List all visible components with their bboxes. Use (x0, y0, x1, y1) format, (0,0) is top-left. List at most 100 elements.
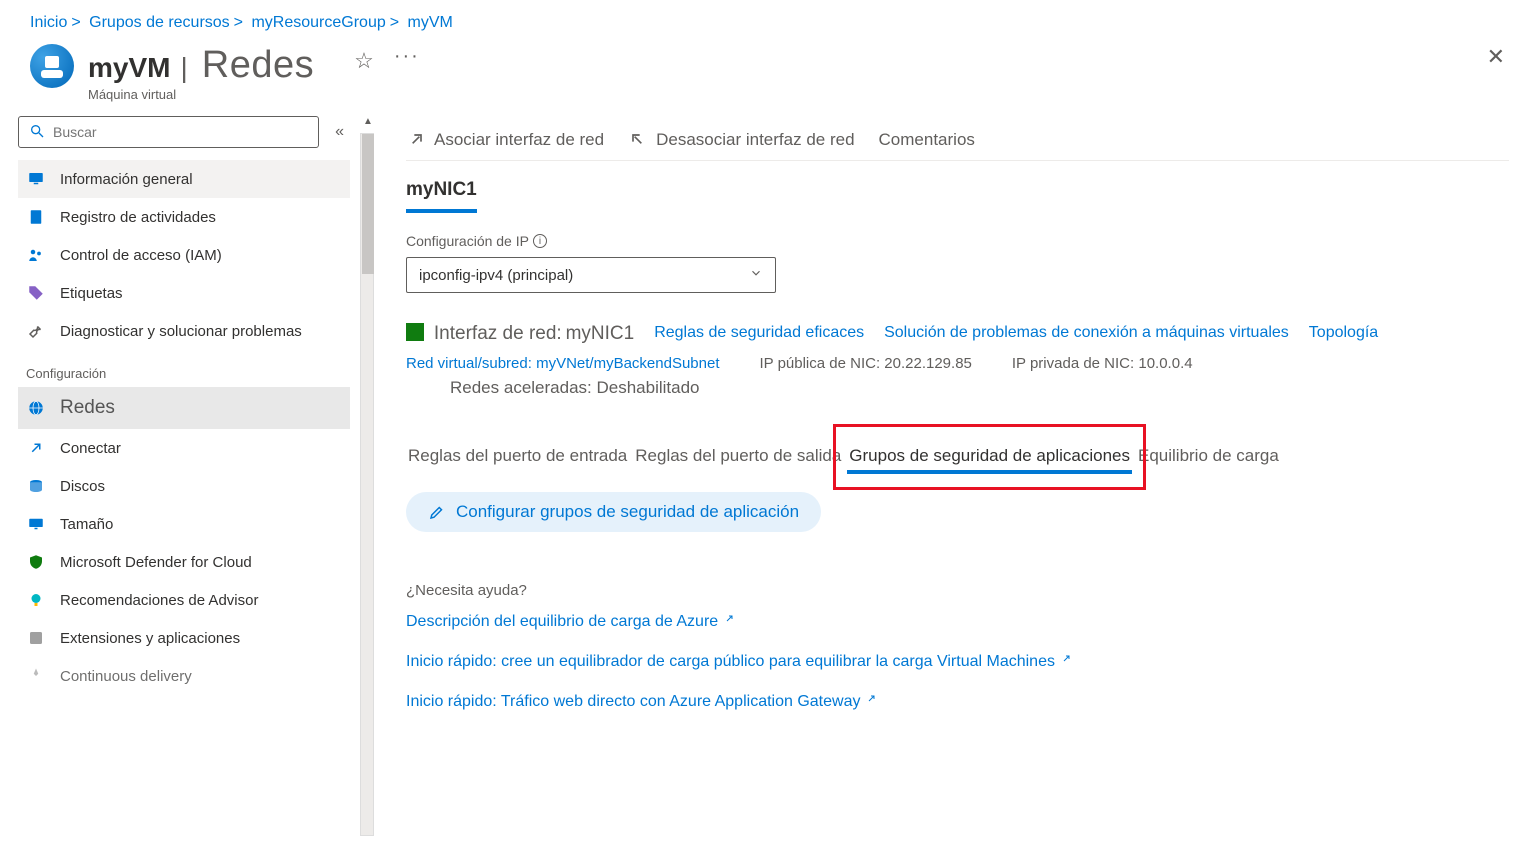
interface-label: Interfaz de red: (434, 323, 562, 344)
rule-tabs: Reglas del puerto de entrada Reglas del … (406, 440, 1509, 472)
sidebar-item-label: Microsoft Defender for Cloud (60, 554, 252, 571)
sidebar-item-tags[interactable]: Etiquetas (18, 274, 350, 312)
sidebar-item-label: Información general (60, 171, 193, 188)
page-header: myVM | Redes Máquina virtual ☆ ··· ✕ (0, 38, 1533, 116)
feedback-button[interactable]: Comentarios (879, 130, 975, 150)
chevron-down-icon (749, 266, 763, 284)
sidebar-item-diagnose[interactable]: Diagnosticar y solucionar problemas (18, 312, 350, 350)
book-icon (26, 208, 46, 226)
vnet-label: Red virtual/subred: (406, 355, 532, 372)
tag-icon (26, 284, 46, 302)
sidebar-item-label: Discos (60, 478, 105, 495)
private-ip-value: 10.0.0.4 (1138, 355, 1192, 372)
content-toolbar: Asociar interfaz de red Desasociar inter… (406, 130, 1509, 161)
breadcrumb-groups[interactable]: Grupos de recursos (89, 14, 230, 31)
nic-tab-mynic1[interactable]: myNIC1 (406, 171, 477, 213)
content-pane: Asociar interfaz de red Desasociar inter… (368, 116, 1533, 849)
lightbulb-icon (26, 591, 46, 609)
sidebar-section-label: Configuración (18, 350, 350, 387)
page-title-section: Redes (202, 44, 314, 87)
sidebar-item-label: Extensiones y aplicaciones (60, 630, 240, 647)
vnet-link[interactable]: myVNet/myBackendSubnet (536, 355, 719, 372)
breadcrumb-vm[interactable]: myVM (408, 14, 453, 31)
sidebar-item-defender[interactable]: Microsoft Defender for Cloud (18, 543, 350, 581)
page-subtitle: Máquina virtual (88, 87, 314, 102)
external-link-icon (1059, 653, 1071, 671)
sidebar-item-activity-log[interactable]: Registro de actividades (18, 198, 350, 236)
sidebar-item-disks[interactable]: Discos (18, 467, 350, 505)
external-link-icon (864, 693, 876, 711)
puzzle-icon (26, 629, 46, 647)
sidebar-search-box[interactable] (18, 116, 319, 148)
toolbar-label: Asociar interfaz de red (434, 130, 604, 150)
tab-load-balancing[interactable]: Equilibrio de carga (1136, 440, 1281, 472)
toolbar-label: Comentarios (879, 130, 975, 150)
info-icon[interactable]: i (533, 234, 547, 248)
sidebar-item-overview[interactable]: Información general (18, 160, 350, 198)
search-icon (29, 123, 45, 142)
sidebar-item-label: Recomendaciones de Advisor (60, 592, 258, 609)
sidebar-item-label: Continuous delivery (60, 668, 192, 685)
disk-icon (26, 477, 46, 495)
plug-icon (26, 439, 46, 457)
configure-asg-button[interactable]: Configurar grupos de seguridad de aplica… (406, 492, 821, 532)
tab-inbound-rules[interactable]: Reglas del puerto de entrada (406, 440, 629, 472)
help-link-quickstart-lb[interactable]: Inicio rápido: cree un equilibrador de c… (406, 653, 1509, 671)
sidebar-item-size[interactable]: Tamaño (18, 505, 350, 543)
tab-outbound-rules[interactable]: Reglas del puerto de salida (633, 440, 843, 472)
sidebar-item-connect[interactable]: Conectar (18, 429, 350, 467)
search-input[interactable] (53, 124, 308, 140)
screen-icon (26, 515, 46, 533)
sidebar-item-iam[interactable]: Control de acceso (IAM) (18, 236, 350, 274)
private-ip-label: IP privada de NIC: (1012, 355, 1134, 372)
tab-app-security-groups[interactable]: Grupos de seguridad de aplicaciones (847, 440, 1132, 472)
sidebar-item-label: Control de acceso (IAM) (60, 247, 222, 264)
tab-underline (847, 470, 1132, 474)
monitor-icon (26, 170, 46, 188)
ip-config-value: ipconfig-ipv4 (principal) (419, 267, 573, 284)
title-divider: | (180, 52, 187, 84)
people-icon (26, 246, 46, 264)
sidebar-item-label: Diagnosticar y solucionar problemas (60, 323, 302, 340)
more-actions-icon[interactable]: ··· (394, 45, 420, 68)
help-link-lb-overview[interactable]: Descripción del equilibrio de carga de A… (406, 613, 1509, 631)
breadcrumb-rg[interactable]: myResourceGroup (251, 14, 385, 31)
sidebar-item-networking[interactable]: Redes (18, 387, 350, 429)
sidebar-item-label: Conectar (60, 440, 121, 457)
accel-value: Deshabilitado (597, 378, 700, 397)
sidebar-item-advisor[interactable]: Recomendaciones de Advisor (18, 581, 350, 619)
vm-resource-icon (30, 44, 74, 88)
troubleshoot-link[interactable]: Solución de problemas de conexión a máqu… (884, 324, 1289, 342)
interface-name: myNIC1 (566, 323, 635, 344)
associate-nic-button[interactable]: Asociar interfaz de red (406, 130, 604, 150)
sidebar-item-label: Redes (60, 397, 115, 419)
sidebar-item-label: Tamaño (60, 516, 113, 533)
ip-config-label: Configuración de IP i (406, 233, 1509, 249)
effective-rules-link[interactable]: Reglas de seguridad eficaces (654, 324, 864, 342)
globe-icon (26, 399, 46, 417)
public-ip-label: IP pública de NIC: (760, 355, 881, 372)
sidebar-item-extensions[interactable]: Extensiones y aplicaciones (18, 619, 350, 657)
public-ip-value: 20.22.129.85 (884, 355, 972, 372)
need-help-heading: ¿Necesita ayuda? (406, 582, 1509, 599)
sidebar-item-label: Registro de actividades (60, 209, 216, 226)
external-link-icon (722, 613, 734, 631)
rocket-icon (26, 667, 46, 685)
topology-link[interactable]: Topología (1309, 324, 1378, 342)
accel-label: Redes aceleradas: (450, 378, 592, 397)
nic-icon (406, 323, 424, 341)
sidebar-item-label: Etiquetas (60, 285, 123, 302)
configure-asg-label: Configurar grupos de seguridad de aplica… (456, 502, 799, 522)
page-title-vm: myVM (88, 52, 170, 84)
favorite-star-icon[interactable]: ☆ (354, 48, 374, 74)
wrench-icon (26, 322, 46, 340)
ip-config-select[interactable]: ipconfig-ipv4 (principal) (406, 257, 776, 293)
close-icon[interactable]: ✕ (1487, 44, 1505, 70)
breadcrumb: Inicio> Grupos de recursos> myResourceGr… (0, 0, 1533, 38)
breadcrumb-home[interactable]: Inicio (30, 14, 67, 31)
collapse-sidebar-icon[interactable]: « (329, 123, 350, 141)
sidebar-item-continuous-delivery[interactable]: Continuous delivery (18, 657, 350, 695)
disassociate-nic-button[interactable]: Desasociar interfaz de red (628, 130, 854, 150)
help-link-quickstart-appgw[interactable]: Inicio rápido: Tráfico web directo con A… (406, 693, 1509, 711)
toolbar-label: Desasociar interfaz de red (656, 130, 854, 150)
